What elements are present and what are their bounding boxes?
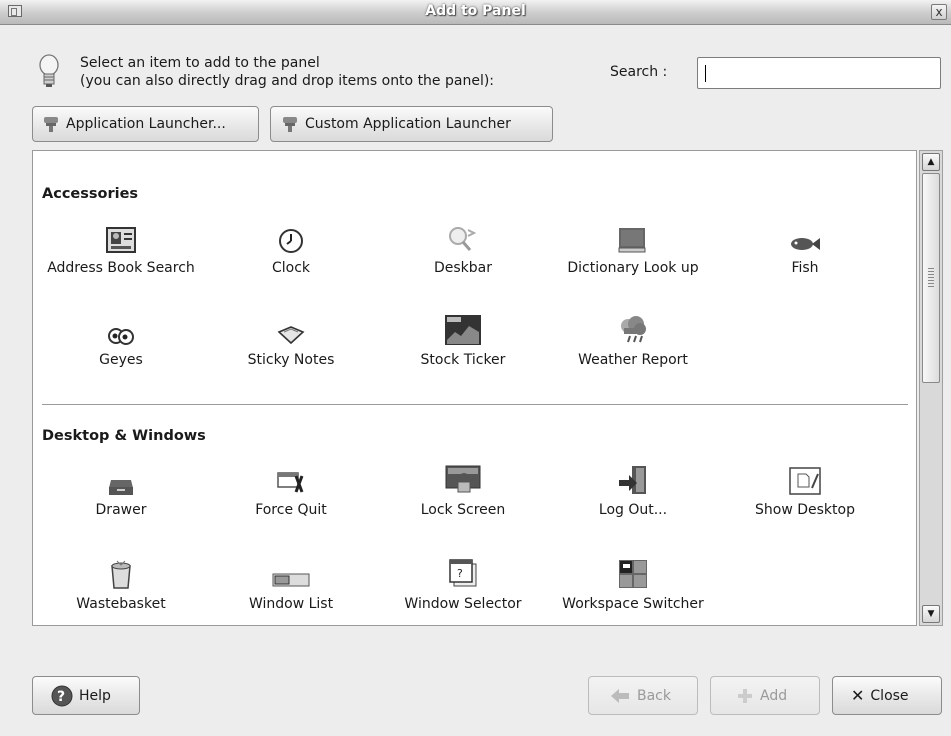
item-wastebasket[interactable]: Wastebasket: [46, 558, 196, 615]
item-label: Log Out...: [598, 502, 668, 518]
section-title-desktop-windows: Desktop & Windows: [42, 428, 206, 444]
instructions: Select an item to add to the panel (you …: [80, 54, 494, 90]
close-x-icon: ✕: [851, 686, 865, 705]
window-list-icon: [216, 558, 366, 590]
instruction-line-2: (you can also directly drag and drop ite…: [80, 73, 495, 89]
item-stock-ticker[interactable]: Stock Ticker: [388, 314, 538, 371]
item-label: Workspace Switcher: [562, 596, 704, 612]
item-weather-report[interactable]: Weather Report: [558, 314, 708, 371]
application-launcher-button[interactable]: Application Launcher...: [32, 106, 259, 142]
back-arrow-icon: [611, 688, 629, 703]
back-label: Back: [637, 687, 671, 704]
item-label: Weather Report: [578, 352, 688, 368]
item-label: Address Book Search: [47, 260, 195, 276]
scroll-down-icon[interactable]: ▼: [922, 605, 940, 623]
log-out-icon: [558, 464, 708, 496]
svg-text:?: ?: [57, 689, 65, 705]
help-button[interactable]: ? Help: [32, 676, 140, 715]
custom-launcher-button[interactable]: Custom Application Launcher: [270, 106, 553, 142]
item-label: Stock Ticker: [420, 352, 506, 368]
lightbulb-icon: [39, 54, 59, 87]
fish-icon: [730, 222, 880, 254]
item-show-desktop[interactable]: Show Desktop: [730, 464, 880, 521]
item-fish[interactable]: Fish: [730, 222, 880, 279]
item-label: Deskbar: [433, 260, 493, 276]
item-label: Window List: [248, 596, 334, 612]
section-title-accessories: Accessories: [42, 186, 139, 202]
close-label: Close: [870, 687, 909, 704]
item-dictionary-look-up[interactable]: Dictionary Look up: [558, 222, 708, 279]
instruction-line-1: Select an item to add to the panel: [80, 55, 320, 71]
item-deskbar[interactable]: Deskbar: [388, 222, 538, 279]
dictionary-icon: [558, 222, 708, 254]
item-lock-screen[interactable]: Lock Screen: [388, 464, 538, 521]
item-label: Wastebasket: [76, 596, 166, 612]
window-selector-icon: ?: [388, 558, 538, 590]
svg-text:?: ?: [457, 567, 463, 580]
item-label: Clock: [271, 260, 311, 276]
item-label: Geyes: [99, 352, 143, 368]
item-sticky-notes[interactable]: Sticky Notes: [216, 314, 366, 371]
launcher-icon: [283, 117, 297, 132]
item-label: Show Desktop: [755, 502, 855, 518]
add-button[interactable]: Add: [710, 676, 820, 715]
item-label: Lock Screen: [420, 502, 506, 518]
item-clock[interactable]: Clock: [216, 222, 366, 279]
sticky-notes-icon: [216, 314, 366, 346]
geyes-icon: [46, 314, 196, 346]
item-label: Window Selector: [404, 596, 522, 612]
add-label: Add: [760, 687, 788, 704]
application-launcher-label: Application Launcher...: [66, 116, 226, 132]
weather-icon: [558, 314, 708, 346]
address-book-icon: [46, 222, 196, 254]
workspace-switcher-icon: [558, 558, 708, 590]
section-separator: [42, 404, 908, 405]
item-window-selector[interactable]: ? Window Selector: [388, 558, 538, 615]
window-title: Add to Panel: [425, 3, 526, 19]
item-label: Force Quit: [255, 502, 327, 518]
force-quit-icon: [216, 464, 366, 496]
stock-ticker-icon: [388, 314, 538, 346]
clock-icon: [216, 222, 366, 254]
add-plus-icon: [738, 688, 752, 703]
scroll-thumb[interactable]: [922, 173, 940, 383]
list-scrollbar[interactable]: ▲ ▼: [919, 150, 943, 626]
item-log-out[interactable]: Log Out...: [558, 464, 708, 521]
custom-launcher-label: Custom Application Launcher: [305, 116, 511, 132]
launcher-icon: [44, 117, 58, 132]
item-workspace-switcher[interactable]: Workspace Switcher: [558, 558, 708, 615]
item-label: Sticky Notes: [247, 352, 335, 368]
scroll-up-icon[interactable]: ▲: [922, 153, 940, 171]
title-bar: Add to Panel x: [0, 0, 951, 25]
applet-list[interactable]: Accessories Address Book Search Clock De…: [32, 150, 917, 626]
deskbar-icon: [388, 222, 538, 254]
wastebasket-icon: [46, 558, 196, 590]
window-close-button[interactable]: x: [931, 4, 947, 20]
item-address-book-search[interactable]: Address Book Search: [46, 222, 196, 279]
item-label: Fish: [791, 260, 819, 276]
item-label: Dictionary Look up: [567, 260, 699, 276]
help-icon: ?: [51, 685, 73, 706]
search-label: Search :: [610, 64, 668, 80]
item-label: Drawer: [95, 502, 147, 518]
lock-screen-icon: [388, 464, 538, 496]
search-input[interactable]: [697, 57, 941, 89]
item-drawer[interactable]: Drawer: [46, 464, 196, 521]
show-desktop-icon: [730, 464, 880, 496]
item-window-list[interactable]: Window List: [216, 558, 366, 615]
back-button[interactable]: Back: [588, 676, 698, 715]
drawer-icon: [46, 464, 196, 496]
help-label: Help: [79, 687, 111, 704]
item-force-quit[interactable]: Force Quit: [216, 464, 366, 521]
close-button[interactable]: ✕ Close: [832, 676, 942, 715]
item-geyes[interactable]: Geyes: [46, 314, 196, 371]
